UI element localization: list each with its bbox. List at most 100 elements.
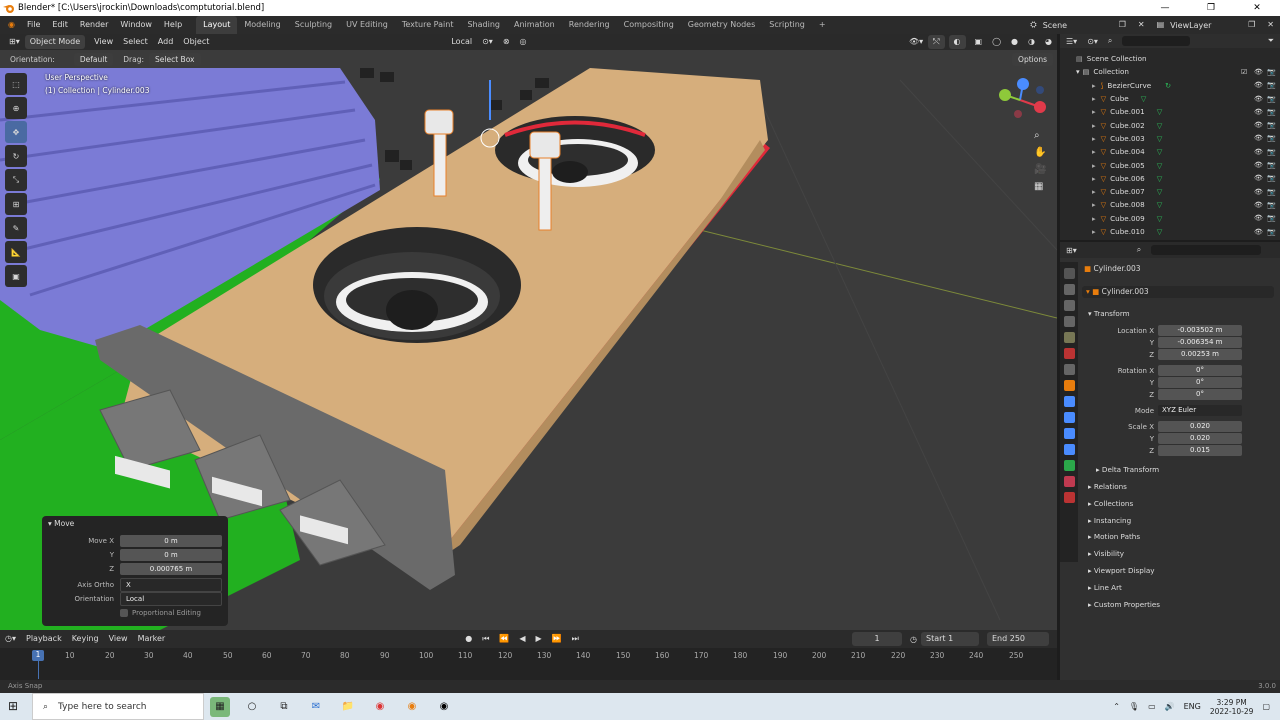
texture-tab-icon[interactable] — [1063, 492, 1075, 503]
eye-icon[interactable]: 👁 — [1254, 68, 1263, 76]
eye-icon[interactable]: 👁 — [1254, 188, 1263, 196]
windows-start-icon[interactable]: ⊞ — [8, 699, 18, 713]
mail-icon[interactable]: ✉ — [306, 697, 326, 717]
particles-tab-icon[interactable] — [1063, 412, 1075, 423]
tray-chevron-icon[interactable]: ⌃ — [1113, 702, 1120, 711]
outliner-item[interactable]: ▸ ⟆ BezierCurve ↻ 👁 📷 — [1060, 79, 1280, 92]
task-view-icon[interactable]: ⧉ — [274, 697, 294, 717]
orientation-dropdown[interactable]: Default — [73, 52, 114, 66]
network-icon[interactable]: ▭ — [1148, 702, 1156, 711]
tab-compositing[interactable]: Compositing — [617, 16, 681, 34]
xray-icon[interactable]: ▣ — [970, 35, 988, 49]
timeline-view-menu[interactable]: View — [104, 632, 133, 646]
collection-row[interactable]: ▾ ▤ Collection ☑ 👁 📷 — [1060, 65, 1280, 78]
outliner-item[interactable]: ▸ ▽ Cube.010 ▽ 👁 📷 — [1060, 225, 1280, 238]
add-workspace-icon[interactable]: + — [812, 16, 833, 34]
camera-icon[interactable]: 📷 — [1267, 68, 1276, 76]
eye-icon[interactable]: 👁 — [1254, 121, 1263, 129]
expand-icon[interactable]: ▸ — [1092, 107, 1096, 116]
outliner-item[interactable]: ▸ ▽ Cube.005 ▽ 👁 📷 — [1060, 158, 1280, 171]
drag-dropdown[interactable]: Select Box — [149, 52, 201, 66]
scene-collection-row[interactable]: ▤ Scene Collection — [1060, 52, 1280, 65]
rotation-x-field[interactable]: 0° — [1158, 365, 1242, 376]
data-tab-icon[interactable] — [1063, 460, 1075, 471]
visibility-icon[interactable]: 👁▾ — [904, 35, 928, 49]
timeline-editor-icon[interactable]: ◷▾ — [0, 632, 21, 646]
select-box-tool-icon[interactable]: ⬚ — [5, 73, 27, 95]
collection-checkbox[interactable]: ☑ — [1241, 68, 1247, 76]
delta-transform-section[interactable]: ▸ Delta Transform — [1096, 465, 1159, 474]
material-tab-icon[interactable] — [1063, 476, 1075, 487]
move-tool-icon[interactable]: ✥ — [5, 121, 27, 143]
shading-wireframe-icon[interactable]: ◯ — [987, 35, 1006, 49]
editor-type-icon[interactable]: ⊞▾ — [4, 35, 25, 49]
navigation-gizmo[interactable] — [999, 78, 1046, 118]
expand-icon[interactable]: ▸ — [1092, 121, 1096, 130]
move-x-field[interactable]: 0 m — [120, 534, 222, 547]
expand-icon[interactable]: ▸ — [1092, 187, 1096, 196]
eye-icon[interactable]: 👁 — [1254, 214, 1263, 222]
measure-tool-icon[interactable]: 📐 — [5, 241, 27, 263]
filter-icon[interactable]: ⏷ — [1268, 36, 1274, 46]
end-frame-field[interactable]: End 250 — [987, 632, 1049, 646]
blender-menu-icon[interactable]: ◉ — [2, 16, 21, 34]
play-icon[interactable]: ▶ — [531, 632, 547, 646]
render-tab-icon[interactable] — [1063, 284, 1075, 295]
mode-dropdown[interactable]: Object Mode — [24, 35, 86, 49]
location-x-field[interactable]: -0.003502 m — [1158, 325, 1242, 336]
tab-modeling[interactable]: Modeling — [237, 16, 287, 34]
maximize-icon[interactable]: ❐ — [1188, 3, 1234, 13]
playhead[interactable]: 1 — [32, 650, 44, 661]
menu-edit[interactable]: Edit — [46, 16, 74, 34]
pan-hand-icon[interactable]: ✋ — [1034, 147, 1046, 158]
physics-tab-icon[interactable] — [1063, 428, 1075, 439]
new-viewlayer-icon[interactable]: ❐ — [1242, 16, 1261, 34]
camera-icon[interactable]: 📷 — [1267, 108, 1276, 116]
properties-search-icon[interactable]: ⌕ — [1137, 245, 1141, 255]
display-mode-icon[interactable]: ⊙▾ — [1087, 37, 1098, 46]
outliner-item[interactable]: ▸ ▽ Cube.001 ▽ 👁 📷 — [1060, 105, 1280, 118]
object-menu[interactable]: Object — [178, 35, 214, 49]
chrome-icon[interactable]: ◉ — [370, 697, 390, 717]
eye-icon[interactable]: 👁 — [1254, 161, 1263, 169]
viewlayer-selector[interactable]: ViewLayer — [1170, 21, 1242, 30]
collapse-icon[interactable]: ▾ — [1076, 67, 1080, 76]
axis-ortho-dropdown[interactable]: X — [120, 577, 222, 592]
jump-start-icon[interactable]: ⏮ — [477, 632, 494, 646]
eye-icon[interactable]: 👁 — [1254, 174, 1263, 182]
world-tab-icon[interactable] — [1063, 348, 1075, 359]
remove-viewlayer-icon[interactable]: ✕ — [1261, 16, 1280, 34]
tab-shading[interactable]: Shading — [460, 16, 507, 34]
properties-section-relations[interactable]: ▸ Relations — [1088, 482, 1127, 491]
shading-rendered-icon[interactable]: ◕ — [1040, 35, 1057, 49]
menu-file[interactable]: File — [21, 16, 46, 34]
outliner-item[interactable]: ▸ ▽ Cube.009 ▽ 👁 📷 — [1060, 212, 1280, 225]
prev-key-icon[interactable]: ⏪ — [494, 632, 514, 646]
scale-tool-icon[interactable]: ⤡ — [5, 169, 27, 191]
eye-icon[interactable]: 👁 — [1254, 95, 1263, 103]
camera-icon[interactable]: 📷 — [1267, 188, 1276, 196]
camera-icon[interactable]: 📷 — [1267, 161, 1276, 169]
move-z-field[interactable]: 0.000765 m — [120, 562, 222, 575]
scale-x-field[interactable]: 0.020 — [1158, 421, 1242, 432]
camera-icon[interactable]: 📷 — [1267, 95, 1276, 103]
proportional-checkbox[interactable] — [120, 608, 128, 617]
expand-icon[interactable]: ▸ — [1092, 134, 1096, 143]
proportional-icon[interactable]: ◎ — [515, 35, 532, 49]
tab-texture-paint[interactable]: Texture Paint — [395, 16, 461, 34]
expand-icon[interactable]: ▸ — [1092, 174, 1096, 183]
outliner-item[interactable]: ▸ ▽ Cube.006 ▽ 👁 📷 — [1060, 172, 1280, 185]
camera-icon[interactable]: 📷 — [1267, 201, 1276, 209]
scale-z-field[interactable]: 0.015 — [1158, 445, 1242, 456]
cursor-tool-icon[interactable]: ⊕ — [5, 97, 27, 119]
camera-icon[interactable]: 📷 — [1267, 121, 1276, 129]
remove-scene-icon[interactable]: ✕ — [1132, 16, 1151, 34]
camera-icon[interactable]: 📷 — [1267, 134, 1276, 142]
outliner-search-input[interactable] — [1122, 36, 1191, 46]
minimize-icon[interactable]: — — [1142, 3, 1188, 13]
record-icon[interactable]: ● — [460, 632, 477, 646]
snap-icon[interactable]: ⊗ — [498, 35, 515, 49]
view-layer-tab-icon[interactable] — [1063, 316, 1075, 327]
expand-icon[interactable]: ▸ — [1092, 161, 1096, 170]
options-dropdown[interactable]: Options — [1012, 52, 1053, 66]
